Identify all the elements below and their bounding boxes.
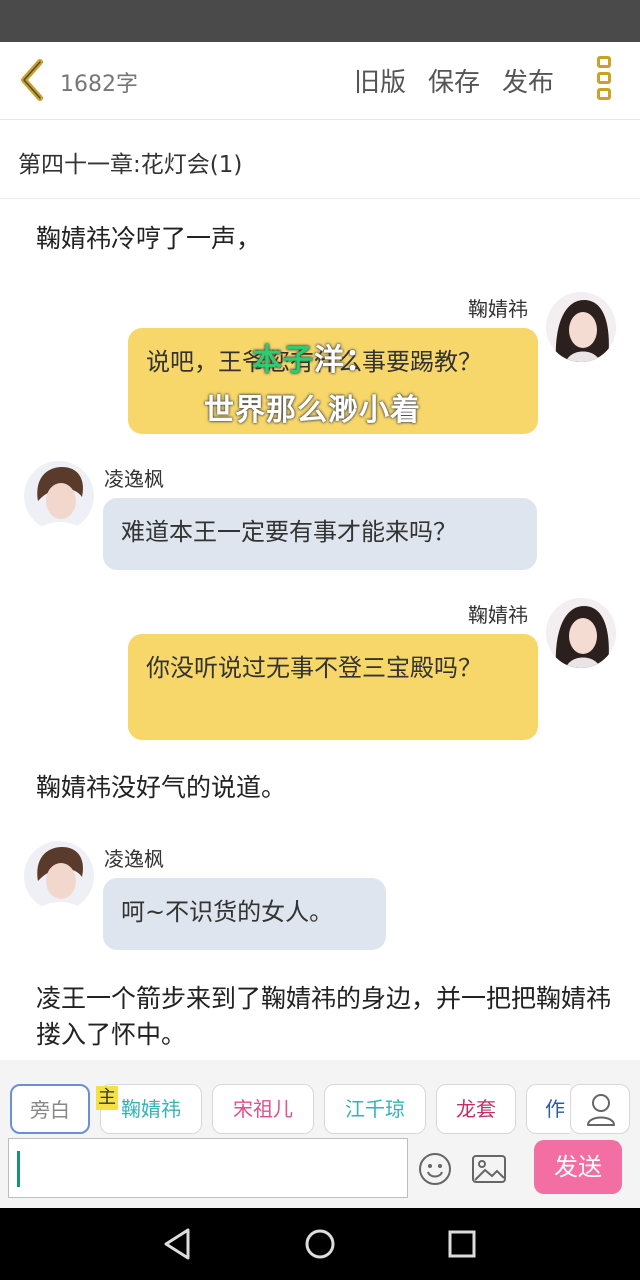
nav-home-button[interactable]: [302, 1226, 338, 1262]
word-count: 1682字: [60, 72, 138, 97]
triangle-back-icon: [164, 1228, 190, 1260]
message-text: 你没听说过无事不登三宝殿吗？: [146, 654, 482, 682]
message-input[interactable]: [8, 1138, 408, 1198]
top-bar: 1682字 旧版 保存 发布: [0, 42, 640, 120]
role-chip-songzuer[interactable]: 宋祖儿: [212, 1084, 314, 1134]
composer-row: 发送: [0, 1138, 640, 1208]
role-label: 作: [545, 1097, 565, 1121]
profile-button[interactable]: [570, 1084, 630, 1134]
role-chip-extra[interactable]: 龙套: [436, 1084, 516, 1134]
android-nav-bar: [0, 1208, 640, 1280]
role-label: 鞠婧祎: [121, 1097, 181, 1121]
danmaku-text: 世界那么渺小着: [204, 393, 421, 428]
send-button[interactable]: 发送: [534, 1140, 622, 1194]
narration-line: 鞠婧祎没好气的说道。: [36, 773, 287, 802]
narration-line: 凌王一个箭步来到了鞠婧祎的身边，并一把把鞠婧祎搂入了怀中。: [36, 984, 612, 1049]
role-label: 宋祖儿: [233, 1097, 293, 1121]
chevron-left-icon: [21, 59, 43, 101]
text-caret: [17, 1151, 20, 1187]
message-bubble[interactable]: 难道本王一定要有事才能来吗？: [103, 498, 537, 570]
circle-home-icon: [305, 1229, 335, 1259]
message-text: 呵~不识货的女人。: [121, 898, 334, 926]
avatar[interactable]: [24, 841, 94, 911]
narration-line: 鞠婧祎冷哼了一声，: [36, 224, 262, 253]
danmaku-colon: 洋：: [314, 343, 376, 378]
avatar[interactable]: [546, 598, 616, 668]
chapter-bar[interactable]: 第四十一章:花灯会(1): [0, 121, 640, 199]
role-chip-narrator[interactable]: 旁白: [10, 1084, 90, 1134]
role-label: 旁白: [30, 1098, 70, 1122]
publish-button[interactable]: 发布: [502, 62, 554, 99]
chat-area[interactable]: 鞠婧祎冷哼了一声， 鞠婧祎 说吧，王爷您有什么事要踢教？ 本子洋： 世界那么渺小…: [0, 199, 640, 1060]
role-chip-author[interactable]: 作: [526, 1084, 570, 1134]
user-icon: [587, 1094, 615, 1126]
message-bubble[interactable]: 呵~不识货的女人。: [103, 878, 386, 950]
avatar[interactable]: [24, 461, 94, 531]
role-selector-bar: 旁白 鞠婧祎 主 宋祖儿 江千琼 龙套 作: [0, 1060, 640, 1138]
speaker-name: 凌逸枫: [104, 847, 164, 871]
emoji-button[interactable]: [418, 1152, 452, 1186]
role-label: 龙套: [456, 1097, 496, 1121]
more-menu-button[interactable]: [590, 56, 618, 108]
square-recent-icon: [448, 1230, 476, 1258]
message-text: 难道本王一定要有事才能来吗？: [121, 518, 457, 546]
emoji-icon: [419, 1153, 451, 1185]
nav-back-button[interactable]: [160, 1226, 196, 1262]
save-button[interactable]: 保存: [428, 62, 480, 99]
speaker-name: 鞠婧祎: [468, 297, 528, 321]
speaker-name: 凌逸枫: [104, 467, 164, 491]
nav-recent-button[interactable]: [444, 1226, 480, 1262]
image-button[interactable]: [470, 1152, 508, 1186]
danmaku-user: 本子: [252, 343, 314, 378]
status-bar: [0, 0, 640, 42]
old-version-button[interactable]: 旧版: [354, 62, 406, 99]
role-label: 江千琼: [345, 1097, 405, 1121]
avatar[interactable]: [546, 292, 616, 362]
speaker-name: 鞠婧祎: [468, 603, 528, 627]
role-chip-jiangqianqiong[interactable]: 江千琼: [324, 1084, 426, 1134]
back-button[interactable]: [14, 56, 54, 104]
danmaku-overlay: 本子洋：: [252, 335, 376, 379]
image-icon: [472, 1155, 506, 1183]
chapter-title: 第四十一章:花灯会(1): [18, 152, 243, 178]
host-badge: 主: [96, 1086, 118, 1110]
more-vertical-icon: [590, 56, 618, 100]
message-bubble[interactable]: 你没听说过无事不登三宝殿吗？: [128, 634, 538, 740]
